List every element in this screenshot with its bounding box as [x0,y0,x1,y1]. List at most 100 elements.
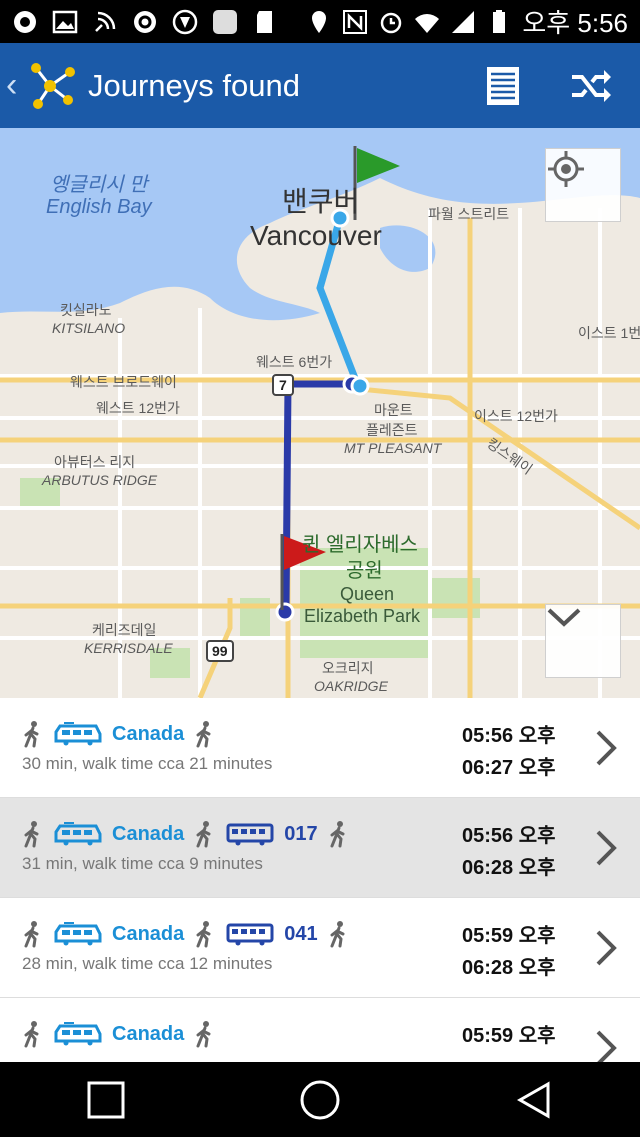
chevron-right-icon [596,1030,617,1062]
shuffle-icon[interactable] [570,69,612,103]
map-label: 공원 [346,560,383,582]
nfc-n-icon [343,9,368,34]
bus-icon [226,823,274,846]
map-label: 파월 스트리트 [428,206,510,222]
page-title: Journeys found [88,67,300,103]
walk-icon [196,1021,211,1048]
false-creek [380,225,436,272]
journey-row[interactable]: Canada 041 28 min, walk time cca 12 minute… [0,898,640,998]
map-label: 케리즈데일 [92,622,157,638]
open-journey-button[interactable] [594,828,618,873]
journey-summary: 28 min, walk time cca 12 minutes [22,954,273,973]
chevron-right-icon [596,830,617,866]
journey-list[interactable]: Canada 30 min, walk time cca 21 minutes 05… [0,698,640,1062]
journey-summary: 30 min, walk time cca 21 minutes [22,754,273,773]
map-label: 킷실라노 [60,302,112,318]
back-button[interactable] [514,1080,554,1120]
status-time: 오후 5:56 [522,8,628,38]
nfc-icon [95,11,116,32]
network-logo-icon[interactable] [24,58,80,114]
arrive-time: 06:28 오후 [462,857,556,879]
map-label: 퀸 엘리자베스 [302,534,418,556]
line-label: 017 [284,822,318,845]
wifi-icon [415,13,440,33]
collapse-map-icon [547,608,581,627]
open-journey-button[interactable] [594,728,618,773]
map-label: 플레즌트 [366,422,418,438]
journey-times: 05:56 오후 06:28 오후 [462,820,556,884]
map-label: MT PLEASANT [344,440,442,456]
alarm-icon [381,12,402,33]
line-label: Canada [112,1022,185,1045]
map-label: OAKRIDGE [314,678,388,694]
open-journey-button[interactable] [594,1028,618,1062]
train-icon [54,722,102,746]
depart-time: 05:59 오후 [462,925,556,947]
walk-icon [24,821,39,848]
walk-icon [330,821,345,848]
line-label: 041 [284,922,318,945]
my-location-button[interactable] [545,148,621,222]
map-label: Vancouver [250,220,382,251]
arrive-time: 06:28 오후 [462,957,556,979]
home-button[interactable] [298,1078,342,1122]
walk-icon [196,721,211,748]
train-icon [54,822,102,846]
app-icon [213,9,237,34]
bus-icon [226,923,274,946]
depart-time: 05:56 오후 [462,725,556,747]
journey-modes: Canada [22,1020,216,1048]
image-icon [52,10,78,33]
chevron-right-icon [596,930,617,966]
route-map[interactable]: 엥글리시 만 English Bay 밴쿠버 Vancouver 파월 스트리트… [0,128,640,698]
journey-summary: 31 min, walk time cca 9 minutes [22,854,263,873]
map-label: 웨스트 6번가 [256,354,333,370]
highway-7-shield: 7 [272,374,294,396]
journey-row[interactable]: Canada 30 min, walk time cca 21 minutes 05… [0,698,640,798]
journey-times: 05:59 오후 [462,1020,556,1052]
depart-time: 05:56 오후 [462,825,556,847]
map-label: 엥글리시 만 [50,174,148,196]
line-label: Canada [112,822,185,845]
walk-icon [330,921,345,948]
signal-icon [452,10,475,33]
walk-icon [196,921,211,948]
map-label: 아뷰터스 리지 [54,454,136,470]
my-location-icon [548,151,584,187]
status-bar: 오후 5:56 [0,0,640,43]
map-label: 웨스트 브로드웨이 [70,374,177,390]
map-label: 오크리지 [322,660,374,676]
stop-marker[interactable] [275,602,295,622]
map-label: 이스트 12번가 [474,408,558,424]
journey-times: 05:59 오후 06:28 오후 [462,920,556,984]
chevron-left-icon[interactable]: ‹ [6,66,22,105]
train-icon [54,1022,102,1046]
stop-marker[interactable] [350,376,370,396]
journey-row[interactable]: Canada 017 31 min, walk time cca 9 minutes… [0,798,640,898]
app-bar: ‹ Journeys found [0,43,640,128]
recents-button[interactable] [86,1080,126,1120]
map-label: ARBUTUS RIDGE [42,472,158,488]
arrive-time: 06:27 오후 [462,757,556,779]
location-icon [312,10,327,33]
open-journey-button[interactable] [594,928,618,973]
journey-modes: Canada 041 [22,920,350,948]
vpn-icon [134,10,156,33]
journey-modes: Canada [22,720,216,748]
journey-row[interactable]: Canada 05:59 오후 [0,998,640,1062]
walk-icon [196,821,211,848]
map-label: 밴쿠버 [282,186,360,217]
walk-icon [24,921,39,948]
map-label: English Bay [46,196,152,218]
walk-icon [24,1021,39,1048]
depart-time: 05:59 오후 [462,1025,556,1047]
map-label: 웨스트 12번가 [96,400,180,416]
collapse-map-button[interactable] [545,604,621,678]
walk-icon [24,721,39,748]
list-view-icon[interactable] [486,66,520,106]
map-label: Elizabeth Park [304,606,421,626]
line-label: Canada [112,722,185,745]
nav-bar [0,1062,640,1137]
journey-modes: Canada 017 [22,820,350,848]
map-label: 마운트 [374,402,413,418]
